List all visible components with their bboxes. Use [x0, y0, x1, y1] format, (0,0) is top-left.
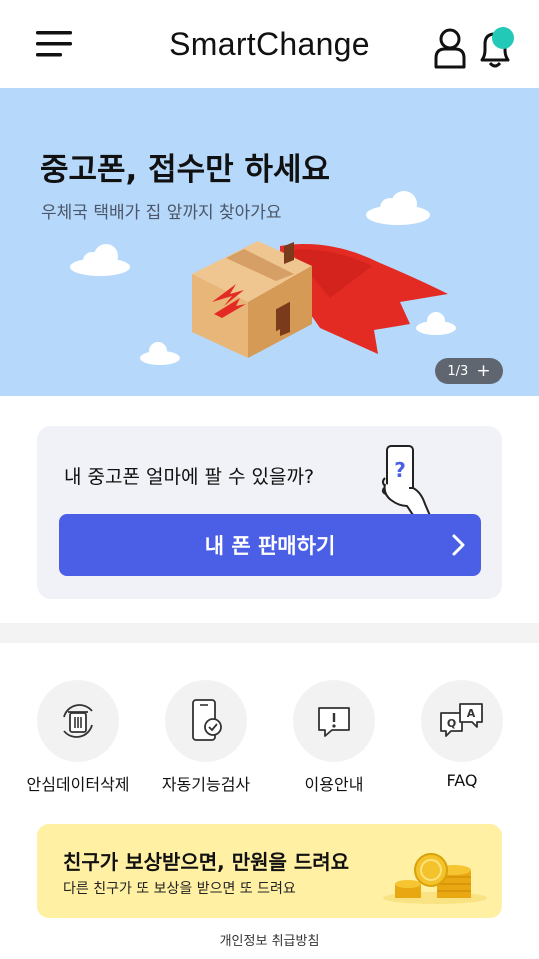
referral-promo-banner[interactable]: 친구가 보상받으면, 만원을 드려요 다른 친구가 또 보상을 받으면 또 드려… — [37, 824, 502, 918]
svg-text:Q: Q — [447, 717, 456, 730]
shortcut-icon-circle: Q A — [421, 680, 503, 762]
menu-button[interactable] — [36, 28, 74, 60]
qa-bubbles-icon: Q A — [440, 703, 483, 737]
shortcut-icon-circle — [293, 680, 375, 762]
banner-pager-button[interactable]: 1/3 + — [435, 358, 503, 384]
chevron-right-icon — [452, 534, 465, 556]
trash-refresh-icon — [63, 704, 93, 738]
sell-card: 내 중고폰 얼마에 팔 수 있을까? ? 내 폰 판매하기 — [37, 426, 502, 599]
cloud-icon — [416, 312, 456, 335]
hero-subtitle: 우체국 택배가 집 앞까지 찾아가요 — [41, 203, 282, 223]
plus-icon: + — [476, 360, 491, 381]
sell-phone-button[interactable]: 내 폰 판매하기 — [59, 514, 481, 576]
privacy-policy-link[interactable]: 개인정보 취급방침 — [0, 930, 539, 949]
shortcut-label: 자동기능검사 — [161, 775, 251, 794]
banner-pager-text: 1/3 — [447, 363, 469, 379]
shortcut-icon-circle — [37, 680, 119, 762]
shortcut-secure-data-delete[interactable]: 안심데이터삭제 — [8, 680, 148, 795]
svg-text:?: ? — [394, 458, 406, 482]
info-chat-icon — [318, 707, 350, 737]
shortcut-label: 안심데이터삭제 — [26, 775, 130, 794]
shortcut-auto-function-check[interactable]: 자동기능검사 — [136, 680, 276, 795]
shortcut-label: FAQ — [446, 771, 478, 790]
cloud-icon — [70, 244, 130, 276]
shortcut-label: 이용안내 — [304, 775, 364, 794]
shortcut-faq[interactable]: Q A FAQ — [392, 680, 532, 790]
hero-title: 중고폰, 접수만 하세요 — [40, 152, 331, 188]
app-header: SmartChange — [0, 0, 539, 88]
phone-check-icon — [192, 699, 222, 741]
hero-banner[interactable]: 중고폰, 접수만 하세요 우체국 택배가 집 앞까지 찾아가요 1/3 + — [0, 88, 539, 396]
promo-subtitle: 다른 친구가 또 보상을 받으면 또 드려요 — [63, 881, 296, 897]
cloud-icon — [366, 191, 430, 225]
section-divider — [0, 623, 539, 643]
user-icon — [434, 28, 466, 69]
shortcut-icon-circle — [165, 680, 247, 762]
coin-stack-icon — [383, 853, 487, 904]
cloud-icon — [140, 342, 180, 365]
sell-question: 내 중고폰 얼마에 팔 수 있을까? — [64, 466, 315, 488]
shortcut-usage-guide[interactable]: 이용안내 — [264, 680, 404, 795]
hamburger-menu-icon — [36, 31, 72, 57]
hand-phone-question-icon: ? — [381, 445, 432, 518]
notification-badge — [492, 27, 514, 49]
user-button[interactable] — [431, 26, 469, 70]
promo-title: 친구가 보상받으면, 만원을 드려요 — [63, 850, 350, 874]
svg-text:A: A — [467, 707, 476, 720]
sell-button-label: 내 폰 판매하기 — [204, 534, 336, 558]
hero-illustration — [70, 191, 456, 365]
